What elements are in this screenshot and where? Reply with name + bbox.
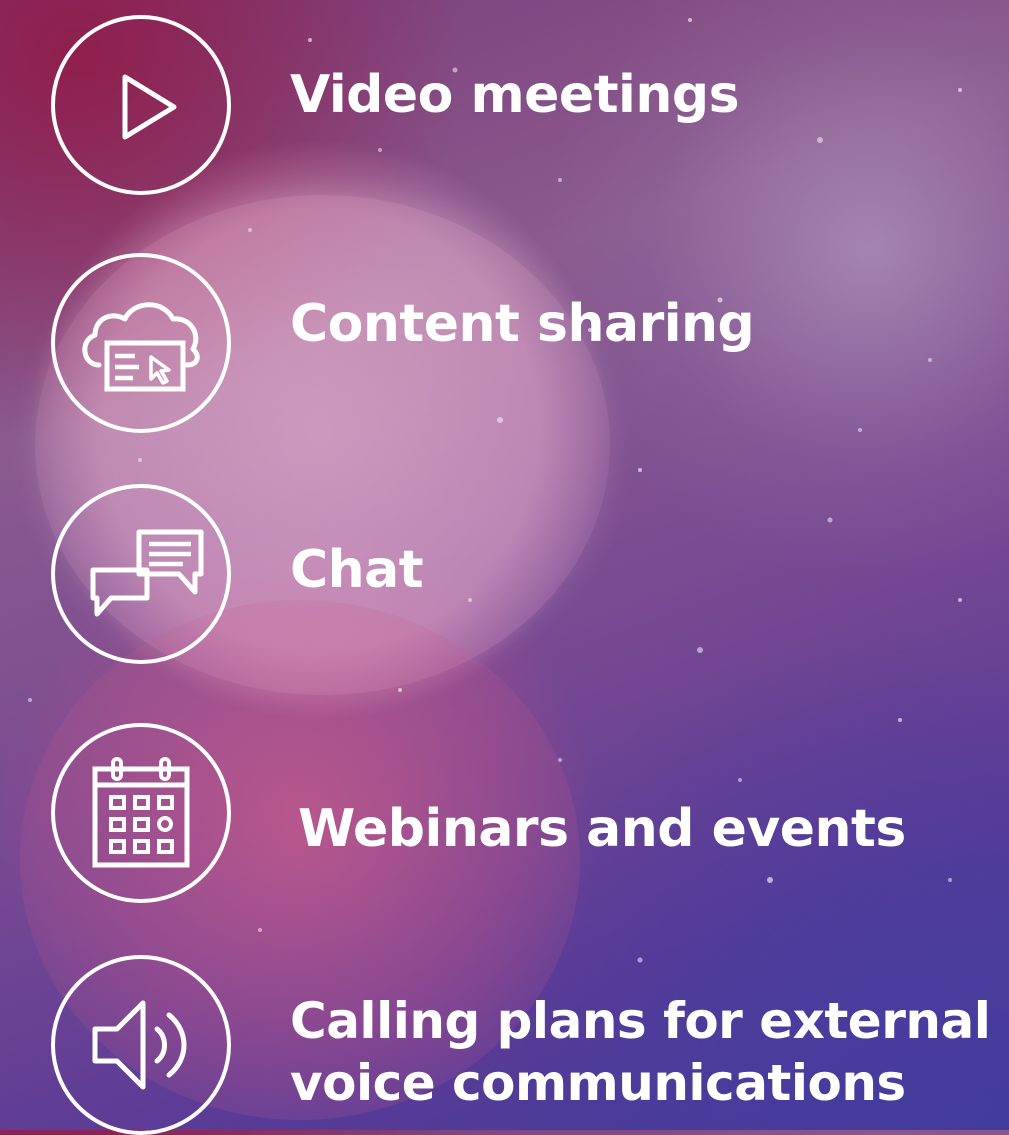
feature-label-line1: Calling plans for external [290, 992, 991, 1050]
cloud-screen-icon [51, 253, 231, 433]
feature-label-line2: voice communications [290, 1054, 906, 1112]
speaker-icon [51, 955, 231, 1135]
calendar-icon [51, 723, 231, 903]
feature-label: Video meetings [290, 65, 740, 125]
feature-label: Webinars and events [298, 799, 906, 859]
play-icon [51, 15, 231, 195]
chat-bubbles-icon [51, 484, 231, 664]
feature-label: Chat [290, 540, 424, 600]
feature-label: Content sharing [290, 294, 755, 354]
